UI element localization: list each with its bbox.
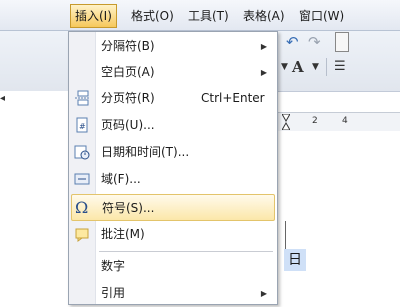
menu-item-label: 批注(M) (101, 227, 145, 241)
menu-item-reference[interactable]: 引用 ▶ (71, 280, 275, 307)
selected-text[interactable]: 日 (284, 249, 306, 271)
menu-item-label: 域(F)... (101, 172, 141, 186)
menu-item-label: 分页符(R) (101, 91, 155, 105)
menu-item-page-break[interactable]: 分页符(R) Ctrl+Enter (71, 85, 275, 112)
menu-item-label: 数字 (101, 259, 126, 273)
document-icon[interactable] (335, 32, 349, 52)
date-time-icon (74, 145, 90, 160)
menu-item-label: 符号(S)... (102, 201, 155, 215)
menu-item-label: 引用 (101, 286, 126, 300)
align-left-icon[interactable]: ☰ (334, 59, 346, 74)
redo-icon[interactable]: ↷ (308, 33, 321, 51)
menu-item-symbol[interactable]: Ω 符号(S)... (71, 194, 275, 221)
ruler-number: 4 (342, 116, 348, 126)
font-dropdown-arrow-icon[interactable]: ▼ (312, 62, 319, 72)
submenu-arrow-icon: ▶ (260, 68, 267, 77)
menu-item-page-number[interactable]: # 页码(U)... (71, 112, 275, 139)
document-area[interactable]: 日 (278, 131, 400, 305)
menu-item-label: 空白页(A) (101, 65, 155, 79)
menu-item-date-time[interactable]: 日期和时间(T)... (71, 139, 275, 166)
menu-tools[interactable]: 工具(T) (185, 6, 232, 26)
menu-item-shortcut: Ctrl+Enter (201, 91, 265, 105)
menu-item-label: 页码(U)... (101, 118, 155, 132)
menu-insert[interactable]: 插入(I) (70, 4, 117, 28)
left-margin: ◂ (0, 91, 68, 305)
toolbar-divider (326, 58, 327, 76)
insert-menu: 分隔符(B) ▶ 空白页(A) ▶ 分页符(R) Ctrl+Enter # 页码… (68, 31, 278, 305)
submenu-arrow-icon: ▶ (260, 42, 267, 51)
hourglass-indent-icon[interactable] (282, 114, 290, 130)
menu-item-label: 日期和时间(T)... (101, 145, 190, 159)
menu-window[interactable]: 窗口(W) (296, 6, 347, 26)
font-color-button[interactable]: A (292, 58, 304, 76)
comment-icon (75, 228, 89, 242)
dropdown-arrow-icon[interactable]: ▼ (281, 62, 288, 72)
menu-item-field[interactable]: 域(F)... (71, 166, 275, 193)
svg-text:#: # (79, 122, 86, 131)
menu-item-label: 分隔符(B) (101, 39, 155, 53)
ruler-number: 2 (312, 116, 318, 126)
menu-table[interactable]: 表格(A) (240, 6, 288, 26)
menu-separator (99, 251, 273, 252)
omega-symbol-icon: Ω (75, 198, 89, 217)
page-number-icon: # (76, 117, 88, 133)
menu-item-blank-page[interactable]: 空白页(A) ▶ (71, 59, 275, 86)
menu-item-comment[interactable]: 批注(M) (71, 221, 275, 248)
menu-item-separator[interactable]: 分隔符(B) ▶ (71, 33, 275, 60)
menu-item-number[interactable]: 数字 (71, 253, 275, 280)
marker-icon: ◂ (0, 93, 6, 104)
submenu-arrow-icon: ▶ (260, 289, 267, 298)
field-icon (74, 173, 90, 185)
page-break-icon (75, 90, 89, 106)
horizontal-ruler[interactable]: 2 4 (278, 112, 400, 132)
menu-format[interactable]: 格式(O) (128, 6, 177, 26)
undo-icon[interactable]: ↶ (286, 33, 299, 51)
menu-bar: 插入(I) 格式(O) 工具(T) 表格(A) 窗口(W) (0, 0, 400, 31)
